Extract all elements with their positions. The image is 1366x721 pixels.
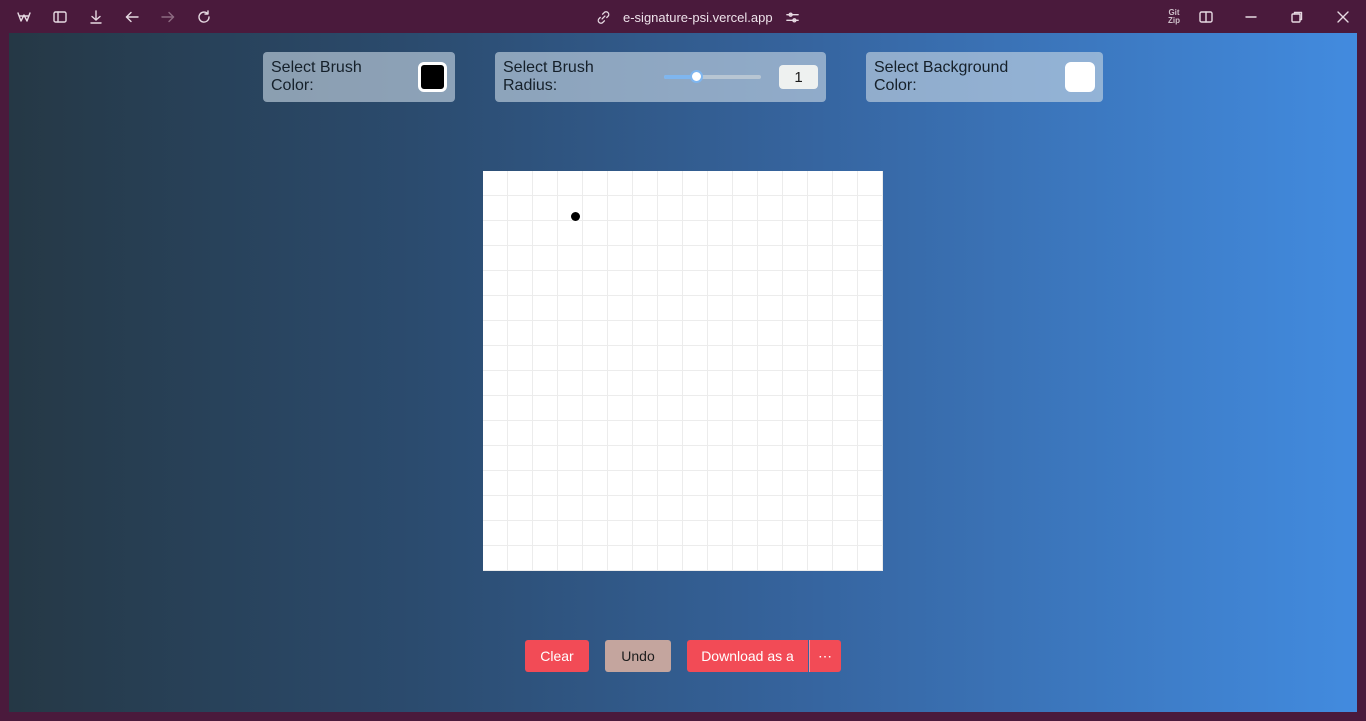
url-text[interactable]: e-signature-psi.vercel.app: [623, 10, 773, 25]
brush-radius-slider[interactable]: [664, 70, 762, 83]
close-icon[interactable]: [1331, 5, 1355, 29]
gitzip-extension-icon[interactable]: Git Zip: [1162, 5, 1186, 29]
browser-logo-icon[interactable]: [12, 5, 36, 29]
background-color-panel: Select Background Color:: [866, 52, 1103, 102]
reload-icon[interactable]: [192, 5, 216, 29]
brush-radius-panel: Select Brush Radius: 1: [495, 52, 826, 102]
split-view-icon[interactable]: [1194, 5, 1218, 29]
clear-button[interactable]: Clear: [525, 640, 589, 672]
minimize-icon[interactable]: [1239, 5, 1263, 29]
slider-thumb[interactable]: [690, 70, 704, 83]
link-icon: [597, 10, 610, 24]
brush-color-panel: Select Brush Color:: [263, 52, 455, 102]
brush-radius-value[interactable]: 1: [779, 65, 818, 89]
background-color-label: Select Background Color:: [874, 59, 1009, 94]
brush-color-picker[interactable]: [417, 62, 447, 92]
browser-titlebar: e-signature-psi.vercel.app Git Zip: [0, 0, 1366, 33]
signature-canvas[interactable]: [483, 171, 883, 571]
back-arrow-icon[interactable]: [120, 5, 144, 29]
sidebar-toggle-icon[interactable]: [48, 5, 72, 29]
download-options-button[interactable]: ⋯: [809, 640, 841, 672]
restore-icon[interactable]: [1285, 5, 1309, 29]
brush-color-label: Select Brush Color:: [271, 59, 362, 94]
download-button[interactable]: Download as a: [687, 640, 808, 672]
download-icon[interactable]: [84, 5, 108, 29]
undo-button[interactable]: Undo: [605, 640, 671, 672]
brush-radius-label: Select Brush Radius:: [503, 59, 594, 94]
page-viewport: Select Brush Color: Select Brush Radius:…: [9, 33, 1357, 712]
site-settings-icon[interactable]: [785, 10, 800, 25]
forward-arrow-icon[interactable]: [156, 5, 180, 29]
brush-stroke-dot: [571, 212, 580, 221]
background-color-picker[interactable]: [1065, 62, 1095, 92]
address-bar[interactable]: e-signature-psi.vercel.app: [596, 6, 800, 28]
